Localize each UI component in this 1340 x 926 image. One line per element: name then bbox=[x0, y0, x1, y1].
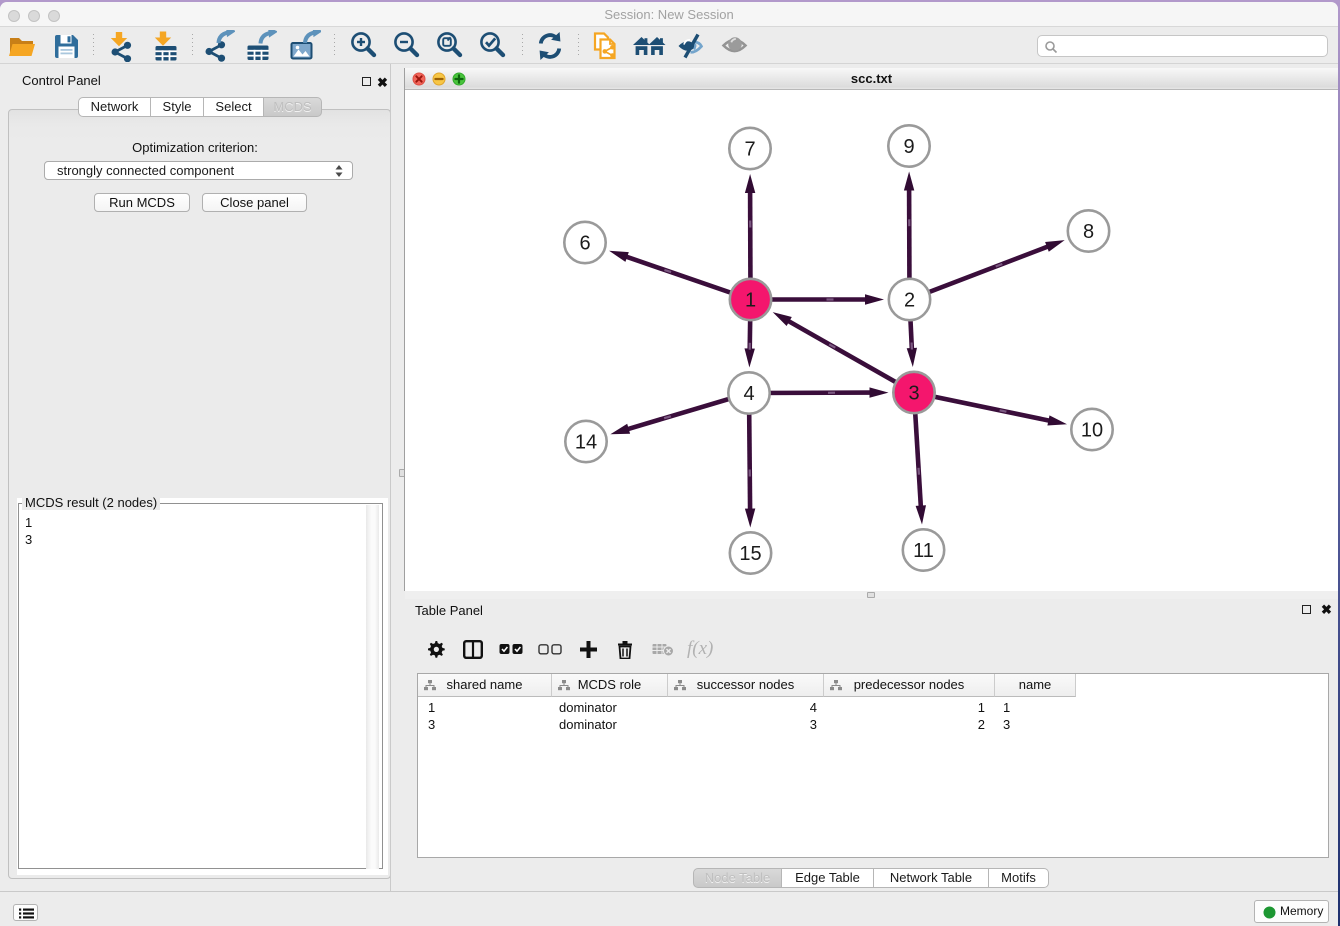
svg-text:1: 1 bbox=[745, 290, 756, 312]
svg-text:7: 7 bbox=[744, 139, 755, 161]
svg-text:9: 9 bbox=[903, 136, 914, 158]
svg-text:8: 8 bbox=[1083, 221, 1094, 243]
svg-text:11: 11 bbox=[913, 540, 934, 562]
svg-text:6: 6 bbox=[579, 233, 590, 255]
svg-text:4: 4 bbox=[743, 383, 754, 405]
svg-text:14: 14 bbox=[575, 432, 597, 454]
svg-text:3: 3 bbox=[908, 383, 919, 405]
svg-text:2: 2 bbox=[904, 290, 915, 312]
svg-text:15: 15 bbox=[739, 543, 761, 565]
svg-text:10: 10 bbox=[1081, 420, 1103, 442]
